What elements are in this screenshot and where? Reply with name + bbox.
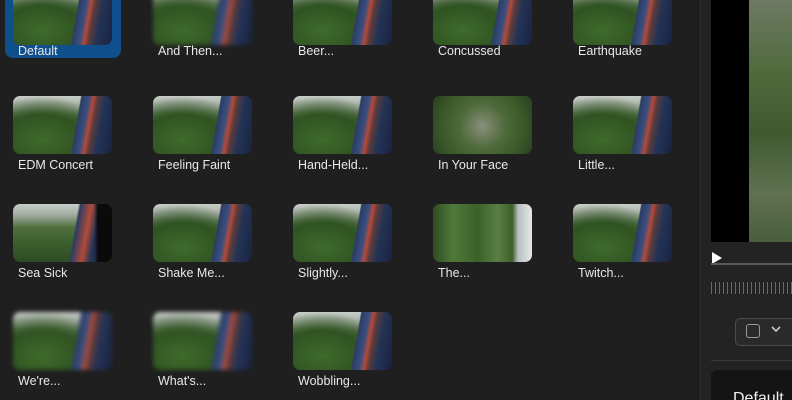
effect-tile[interactable]: Wobbling... [285,312,401,388]
effect-label: Hand-Held... [298,158,369,172]
effect-thumbnail [573,96,672,154]
effect-tile[interactable]: Feeling Faint [145,96,261,172]
effect-label: Slightly... [298,266,348,280]
effect-label: Concussed [438,44,501,58]
effect-thumbnail [153,96,252,154]
effect-label: Little... [578,158,615,172]
effect-thumbnail [293,312,392,370]
panel-separator [711,360,792,361]
effect-tile[interactable]: Sea Sick [5,204,121,280]
effect-tile[interactable]: And Then... [145,0,261,58]
effect-thumbnail [433,96,532,154]
effect-tile[interactable]: Twitch... [565,204,681,280]
effect-tile[interactable]: The... [425,204,541,280]
effect-label: Shake Me... [158,266,225,280]
effect-thumbnail [153,0,252,45]
effect-tile[interactable]: We're... [5,312,121,388]
effect-label: In Your Face [438,158,509,172]
effect-tile[interactable]: Little... [565,96,681,172]
effect-tile[interactable]: Hand-Held... [285,96,401,172]
effect-thumbnail [13,204,112,262]
effect-tile[interactable]: EDM Concert [5,96,121,172]
effect-thumbnail [153,204,252,262]
effect-name: Default [733,390,784,400]
timeline-ticks [711,282,792,294]
effect-thumbnail [293,96,392,154]
effect-thumbnail [433,204,532,262]
effect-thumbnail [13,0,112,45]
effect-thumbnail [13,96,112,154]
effect-thumbnail [293,0,392,45]
checkbox-icon [746,324,760,338]
effect-name-card: Default [711,370,792,400]
effect-thumbnail [153,312,252,370]
effect-tile[interactable]: What's... [145,312,261,388]
effect-thumbnail [13,312,112,370]
effect-label: The... [438,266,470,280]
effect-tile[interactable]: Shake Me... [145,204,261,280]
layout-dropdown[interactable] [735,318,792,346]
effect-label: Sea Sick [18,266,68,280]
timeline-scrubber[interactable] [711,263,792,265]
effect-label: And Then... [158,44,223,58]
effect-label: Earthquake [578,44,642,58]
video-preview [711,0,792,242]
effect-label: Beer... [298,44,335,58]
effect-label: We're... [18,374,61,388]
effects-grid: Default And Then... Beer... Concussed Earthq… [0,0,700,400]
effect-label: Twitch... [578,266,624,280]
effect-label: Default [18,44,58,58]
effect-label: What's... [158,374,207,388]
effect-thumbnail [573,0,672,45]
effect-tile[interactable]: Concussed [425,0,541,58]
effect-tile[interactable]: Earthquake [565,0,681,58]
effect-tile[interactable]: Beer... [285,0,401,58]
effect-tile[interactable]: Slightly... [285,204,401,280]
effect-thumbnail [433,0,532,45]
effect-thumbnail [293,204,392,262]
effect-label: EDM Concert [18,158,94,172]
preview-panel: Default [701,0,792,400]
effect-label: Feeling Faint [158,158,231,172]
effect-tile[interactable]: In Your Face [425,96,541,172]
effect-thumbnail [573,204,672,262]
effect-label: Wobbling... [298,374,361,388]
preview-image [749,0,792,242]
effect-tile[interactable]: Default [5,0,121,58]
chevron-down-icon [771,326,781,333]
